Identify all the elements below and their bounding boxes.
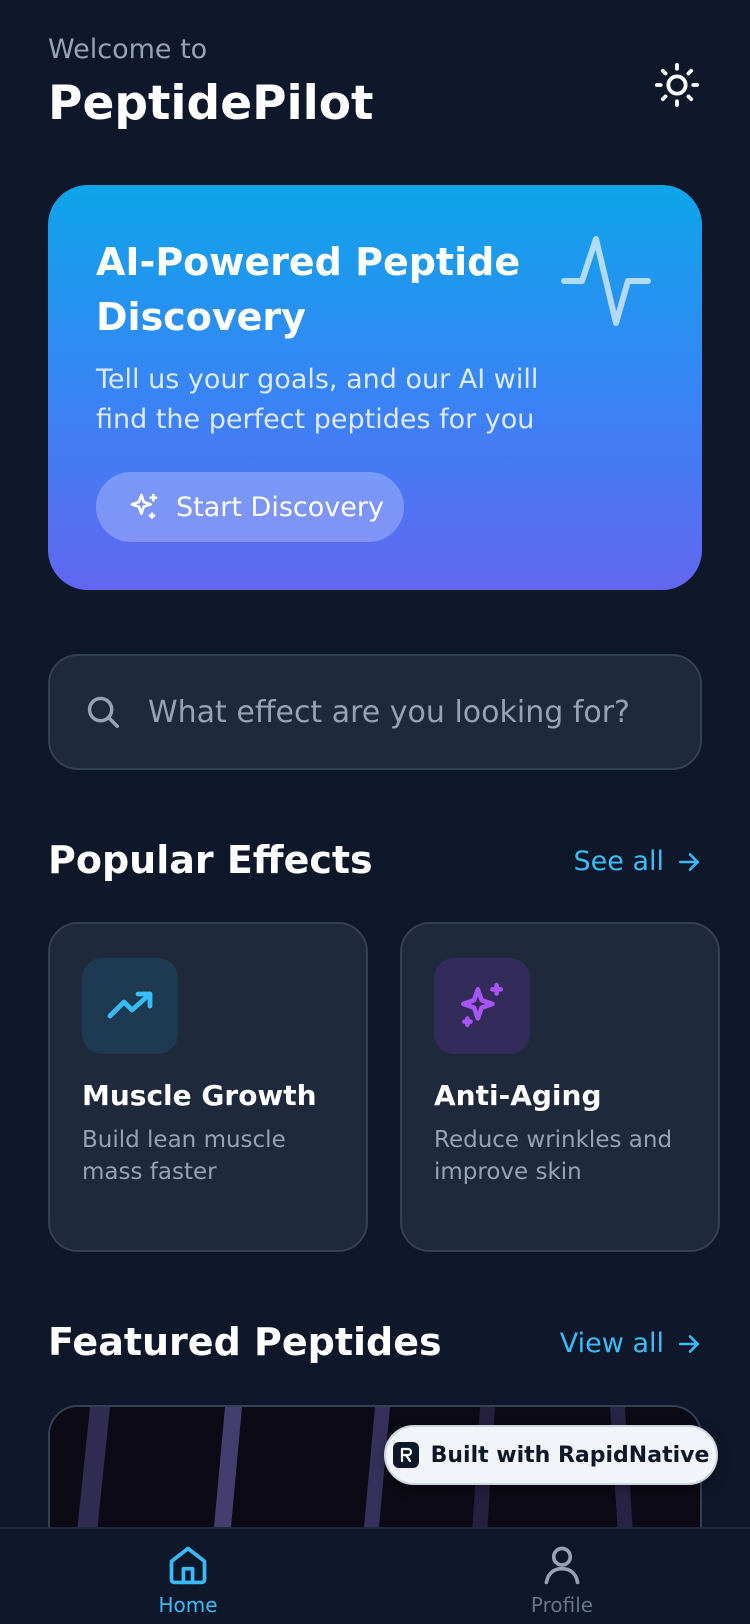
effect-name: Anti-Aging	[434, 1079, 602, 1112]
effect-card-muscle-growth[interactable]: Muscle Growth Build lean muscle mass fas…	[48, 922, 368, 1252]
sparkles-icon	[460, 982, 504, 1028]
arrow-right-icon	[679, 1334, 699, 1353]
badge-label: Built with RapidNative	[430, 1442, 710, 1468]
effect-description: Build lean muscle mass faster	[82, 1127, 286, 1185]
hero-title: AI-Powered Peptide Discovery	[96, 240, 521, 339]
effect-description: Reduce wrinkles and improve skin	[434, 1127, 673, 1185]
app-title: PeptidePilot	[48, 76, 374, 131]
tab-profile[interactable]: Profile	[502, 1543, 622, 1624]
effect-card-anti-aging[interactable]: Anti-Aging Reduce wrinkles and improve s…	[400, 922, 720, 1252]
effect-name: Muscle Growth	[82, 1079, 317, 1112]
effect-search-field[interactable]: What effect are you looking for?	[48, 654, 702, 770]
welcome-text: Welcome to	[48, 34, 208, 65]
tab-profile-label: Profile	[530, 1593, 594, 1617]
view-all-label: View all	[559, 1328, 664, 1359]
effect-icon-box	[434, 958, 530, 1054]
theme-toggle-button[interactable]	[652, 60, 702, 110]
arrow-right-icon	[679, 852, 699, 871]
built-with-badge[interactable]: Built with RapidNative	[384, 1425, 718, 1485]
search-placeholder: What effect are you looking for?	[148, 694, 630, 730]
hero-card: AI-Powered Peptide Discovery Tell us you…	[48, 185, 702, 590]
tab-home[interactable]: Home	[128, 1543, 248, 1624]
bottom-tab-bar: Home Profile	[0, 1527, 750, 1624]
start-discovery-button[interactable]: Start Discovery	[96, 472, 404, 542]
see-all-link[interactable]: See all	[574, 846, 703, 877]
hero-description: Tell us your goals, and our AI will find…	[96, 364, 539, 435]
trending-up-icon	[107, 991, 153, 1019]
rapidnative-logo-icon	[392, 1442, 419, 1468]
featured-peptides-title: Featured Peptides	[48, 1320, 442, 1364]
sun-icon	[654, 62, 700, 108]
sparkles-icon	[130, 493, 158, 519]
activity-pulse-icon	[561, 236, 651, 326]
user-icon	[544, 1546, 580, 1585]
popular-effects-title: Popular Effects	[48, 838, 373, 882]
see-all-label: See all	[573, 846, 665, 877]
search-icon	[87, 696, 119, 728]
tab-home-label: Home	[158, 1593, 218, 1617]
effect-icon-box	[82, 958, 178, 1054]
view-all-link[interactable]: View all	[560, 1328, 702, 1359]
home-icon	[169, 1546, 207, 1585]
start-discovery-label: Start Discovery	[176, 491, 384, 523]
